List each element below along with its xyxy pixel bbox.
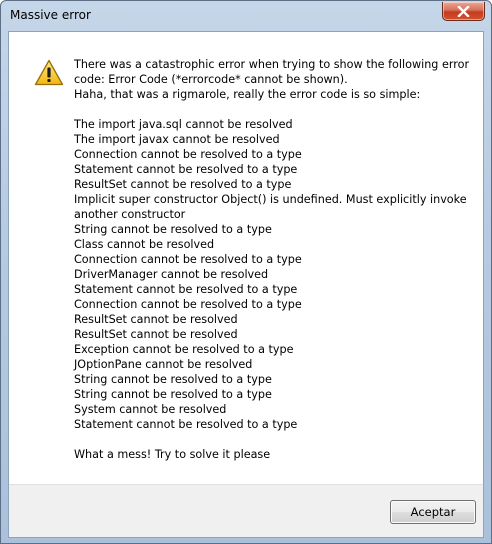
message-line: System cannot be resolved (74, 403, 227, 416)
close-button[interactable] (442, 2, 485, 21)
message-line: String cannot be resolved to a type (74, 388, 272, 401)
error-message: There was a catastrophic error when tryi… (74, 57, 469, 462)
dialog-window: Massive error There was a catastrophic e… (0, 0, 492, 544)
message-line: ResultSet cannot be resolved (74, 313, 238, 326)
message-line: ResultSet cannot be resolved to a type (74, 178, 292, 191)
message-line: JOptionPane cannot be resolved (74, 358, 253, 371)
message-panel: There was a catastrophic error when tryi… (9, 32, 483, 484)
title-bar[interactable]: Massive error (1, 1, 491, 31)
message-line: Implicit super constructor Object() is u… (74, 193, 467, 206)
accept-button[interactable]: Aceptar (390, 500, 476, 524)
message-line: DriverManager cannot be resolved (74, 268, 269, 281)
message-line: ResultSet cannot be resolved (74, 328, 238, 341)
message-line: String cannot be resolved to a type (74, 223, 272, 236)
message-line: What a mess! Try to solve it please (74, 448, 271, 461)
message-line: The import java.sql cannot be resolved (74, 118, 293, 131)
message-line: The import javax cannot be resolved (74, 133, 280, 146)
button-bar: Aceptar (9, 484, 483, 537)
window-title: Massive error (10, 8, 91, 22)
message-line: There was a catastrophic error when tryi… (74, 58, 470, 71)
warning-icon (34, 59, 64, 86)
message-line: Statement cannot be resolved to a type (74, 418, 298, 431)
message-line: another constructor (74, 208, 186, 221)
message-line: Connection cannot be resolved to a type (74, 298, 302, 311)
close-icon (457, 5, 470, 17)
message-line: Class cannot be resolved (74, 238, 215, 251)
message-line: Connection cannot be resolved to a type (74, 148, 302, 161)
message-line: Statement cannot be resolved to a type (74, 163, 298, 176)
message-line: code: Error Code (*errorcode* cannot be … (74, 73, 348, 86)
dialog-client-area: There was a catastrophic error when tryi… (8, 31, 484, 538)
message-line: String cannot be resolved to a type (74, 373, 272, 386)
message-line: Exception cannot be resolved to a type (74, 343, 294, 356)
message-line: Haha, that was a rigmarole, really the e… (74, 88, 421, 101)
message-line: Statement cannot be resolved to a type (74, 283, 298, 296)
message-line: Connection cannot be resolved to a type (74, 253, 302, 266)
